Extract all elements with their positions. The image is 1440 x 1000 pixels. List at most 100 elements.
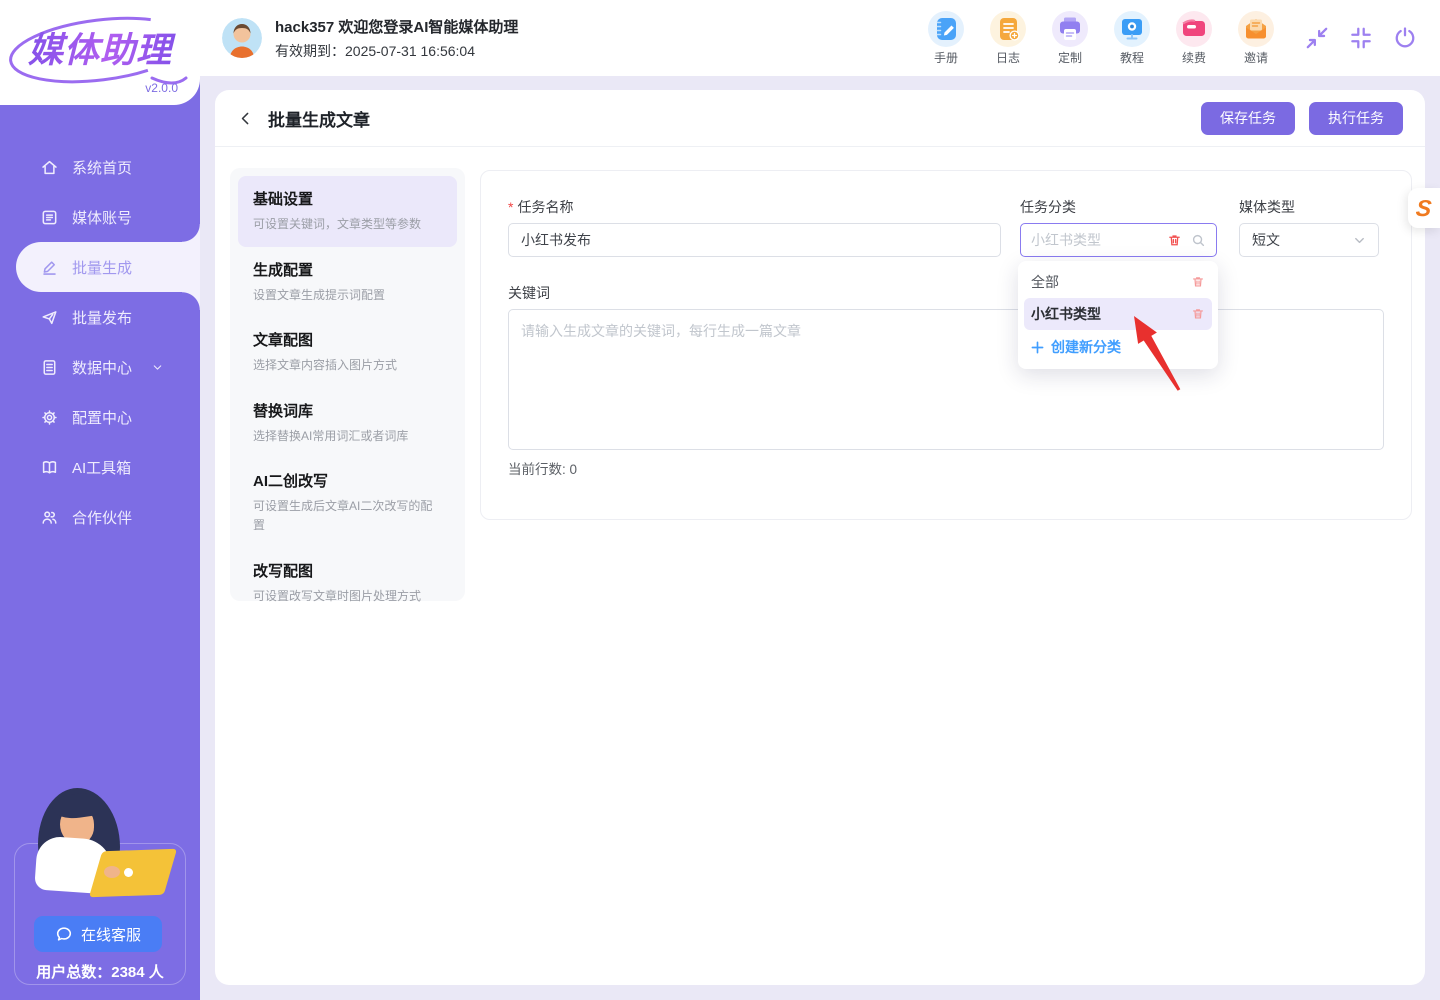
- batch-generate-icon: [40, 258, 59, 277]
- floating-s-widget[interactable]: S: [1408, 188, 1440, 228]
- subnav-desc: 设置文章生成提示词配置: [253, 286, 442, 305]
- sidebar: 媒体助理 v2.0.0 系统首页 媒体账号 批量生成 批量发布 数据中: [0, 0, 200, 1000]
- exit-fullscreen-icon: [1304, 25, 1330, 51]
- sidebar-nav: 系统首页 媒体账号 批量生成 批量发布 数据中心 配置中心: [0, 142, 200, 542]
- subnav-item-article-images[interactable]: 文章配图 选择文章内容插入图片方式: [238, 317, 457, 388]
- task-category-dropdown: 全部 小红书类型 创建新分类: [1018, 261, 1218, 369]
- sidebar-item-batch-generate[interactable]: 批量生成: [16, 242, 200, 292]
- subnav-desc: 选择替换AI常用词汇或者词库: [253, 427, 442, 446]
- sidebar-item-label: 数据中心: [72, 357, 132, 378]
- subnav-title: 替换词库: [253, 400, 442, 421]
- subnav-item-basic-settings[interactable]: 基础设置 可设置关键词，文章类型等参数: [238, 176, 457, 247]
- subnav-title: 文章配图: [253, 329, 442, 350]
- power-icon: [1392, 25, 1418, 51]
- quick-link-label: 续费: [1182, 49, 1206, 66]
- online-service-button[interactable]: 在线客服: [34, 916, 162, 952]
- category-option-all[interactable]: 全部: [1018, 266, 1218, 298]
- ai-toolbox-icon: [40, 458, 59, 477]
- subnav-desc: 选择文章内容插入图片方式: [253, 356, 442, 375]
- sidebar-item-label: 配置中心: [72, 407, 132, 428]
- subnav-title: 生成配置: [253, 259, 442, 280]
- main-card: 批量生成文章 保存任务 执行任务 基础设置 可设置关键词，文章类型等参数 生成配…: [215, 90, 1425, 985]
- user-total: 用户总数：2384 人: [14, 961, 186, 982]
- quick-links: 手册 日志 定制 教程 续费 邀请: [922, 10, 1280, 66]
- page-content: 基础设置 可设置关键词，文章类型等参数 生成配置 设置文章生成提示词配置 文章配…: [215, 147, 1425, 984]
- subnav-item-generate-config[interactable]: 生成配置 设置文章生成提示词配置: [238, 247, 457, 318]
- home-icon: [40, 158, 59, 177]
- search-icon: [1191, 233, 1206, 248]
- subnav-item-rewrite-images[interactable]: 改写配图 可设置改写文章时图片处理方式: [238, 548, 457, 619]
- collapse-button[interactable]: [1348, 25, 1374, 51]
- trash-icon[interactable]: [1191, 275, 1205, 289]
- app-window: 媒体助理 v2.0.0 系统首页 媒体账号 批量生成 批量发布 数据中: [0, 0, 1440, 1000]
- category-option-label: 小红书类型: [1031, 304, 1101, 324]
- task-category-combobox[interactable]: 小红书类型: [1020, 223, 1217, 257]
- task-name-input[interactable]: [508, 223, 1001, 257]
- basic-settings-form: *任务名称 任务分类 小红书类型 媒体类型 短文 关键词 当前行数: 0: [480, 170, 1412, 520]
- subnav-title: 基础设置: [253, 188, 442, 209]
- user-total-label: 用户总数：: [36, 964, 111, 981]
- media-type-select[interactable]: 短文: [1239, 223, 1379, 257]
- line-count: 当前行数: 0: [508, 458, 577, 478]
- sidebar-item-ai-toolbox[interactable]: AI工具箱: [0, 442, 200, 492]
- user-total-value: 2384 人: [111, 964, 164, 981]
- partner-icon: [40, 508, 59, 527]
- task-category-label: 任务分类: [1020, 197, 1076, 217]
- sidebar-item-home[interactable]: 系统首页: [0, 142, 200, 192]
- quick-link-label: 日志: [996, 49, 1020, 66]
- quick-link-log[interactable]: 日志: [984, 10, 1032, 66]
- task-category-placeholder: 小红书类型: [1031, 230, 1167, 250]
- power-button[interactable]: [1392, 25, 1418, 51]
- quick-link-manual[interactable]: 手册: [922, 10, 970, 66]
- save-task-button[interactable]: 保存任务: [1201, 102, 1295, 135]
- media-type-label: 媒体类型: [1239, 197, 1295, 217]
- app-version: v2.0.0: [145, 81, 178, 95]
- online-service-label: 在线客服: [81, 924, 141, 945]
- page-actions: 保存任务 执行任务: [1201, 102, 1403, 135]
- trash-icon[interactable]: [1167, 233, 1182, 248]
- category-option-label: 全部: [1031, 272, 1059, 292]
- renew-icon: [1175, 10, 1213, 48]
- app-logo: 媒体助理: [14, 22, 186, 73]
- quick-link-custom[interactable]: 定制: [1046, 10, 1094, 66]
- run-task-button[interactable]: 执行任务: [1309, 102, 1403, 135]
- task-name-label: *任务名称: [508, 197, 573, 217]
- sidebar-item-media-accounts[interactable]: 媒体账号: [0, 192, 200, 242]
- sidebar-item-label: 合作伙伴: [72, 507, 132, 528]
- chat-bubble-icon: [55, 925, 73, 943]
- settings-subnav: 基础设置 可设置关键词，文章类型等参数 生成配置 设置文章生成提示词配置 文章配…: [230, 168, 465, 601]
- subnav-item-replace-thesaurus[interactable]: 替换词库 选择替换AI常用词汇或者词库: [238, 388, 457, 459]
- page-header: 批量生成文章 保存任务 执行任务: [215, 90, 1425, 147]
- sidebar-item-label: 批量生成: [72, 257, 132, 278]
- sidebar-item-partners[interactable]: 合作伙伴: [0, 492, 200, 542]
- category-option-xiaohongshu[interactable]: 小红书类型: [1024, 298, 1212, 330]
- required-mark: *: [508, 199, 513, 215]
- create-category-label: 创建新分类: [1051, 337, 1121, 357]
- back-button[interactable]: [237, 108, 257, 128]
- sidebar-item-label: 批量发布: [72, 307, 132, 328]
- top-header: hack357 欢迎您登录AI智能媒体助理 有效期到：2025-07-31 16…: [200, 0, 1440, 76]
- subnav-item-ai-rewrite[interactable]: AI二创改写 可设置生成后文章AI二次改写的配置: [238, 458, 457, 547]
- keywords-textarea[interactable]: [508, 309, 1384, 450]
- sidebar-item-label: AI工具箱: [72, 457, 131, 478]
- line-count-value: 0: [570, 462, 578, 477]
- sidebar-item-config-center[interactable]: 配置中心: [0, 392, 200, 442]
- chevron-down-icon: [151, 361, 164, 374]
- sidebar-item-data-center[interactable]: 数据中心: [0, 342, 200, 392]
- trash-icon[interactable]: [1191, 307, 1205, 321]
- config-center-icon: [40, 408, 59, 427]
- media-type-value: 短文: [1252, 230, 1280, 250]
- keywords-label: 关键词: [508, 283, 550, 303]
- quick-link-tutorial[interactable]: 教程: [1108, 10, 1156, 66]
- quick-link-label: 定制: [1058, 49, 1082, 66]
- exit-fullscreen-button[interactable]: [1304, 25, 1330, 51]
- chevron-left-icon: [237, 110, 254, 127]
- quick-link-renew[interactable]: 续费: [1170, 10, 1218, 66]
- custom-icon: [1051, 10, 1089, 48]
- s-widget-label: S: [1415, 195, 1433, 222]
- page-title: 批量生成文章: [268, 106, 370, 131]
- expiry-text: 有效期到：2025-07-31 16:56:04: [275, 41, 518, 61]
- create-category-button[interactable]: 创建新分类: [1018, 330, 1218, 364]
- sidebar-item-batch-publish[interactable]: 批量发布: [0, 292, 200, 342]
- quick-link-invite[interactable]: 邀请: [1232, 10, 1280, 66]
